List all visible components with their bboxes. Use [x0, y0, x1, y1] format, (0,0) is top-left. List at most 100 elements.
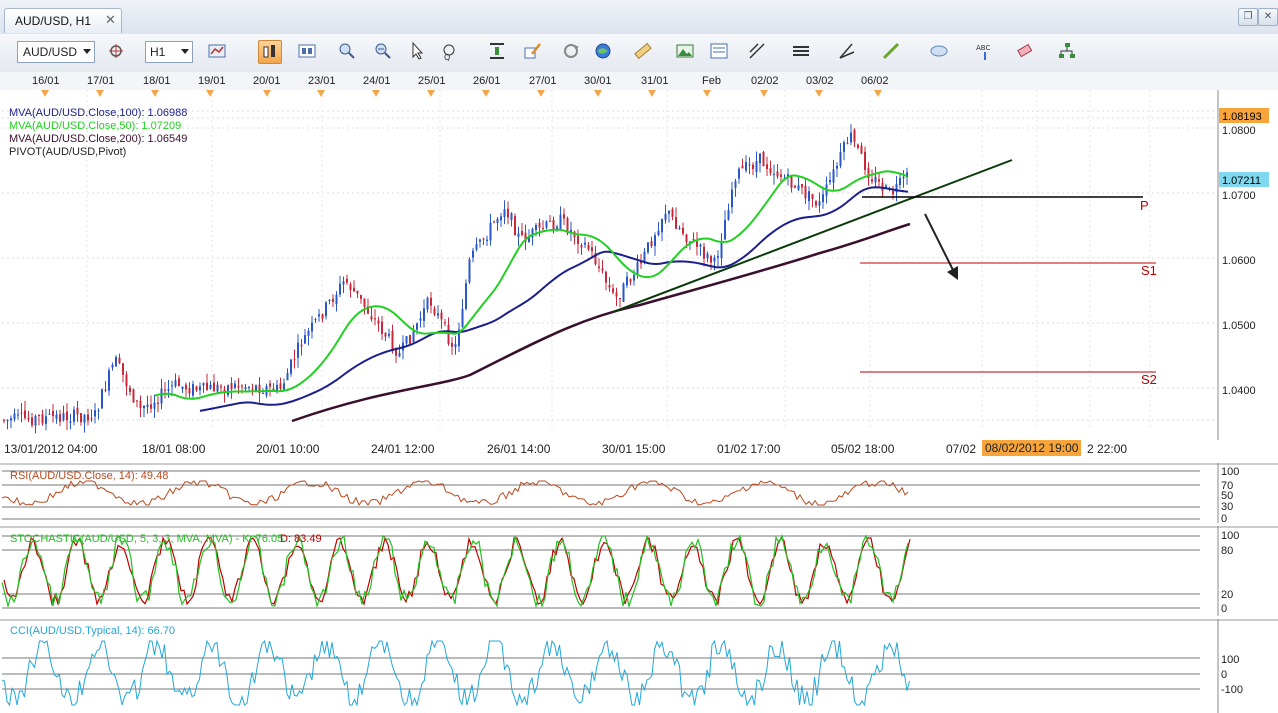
- tree-icon[interactable]: [1056, 40, 1078, 62]
- pencil-edit-icon[interactable]: [522, 40, 544, 62]
- toolbar: AUD/USD H1 Q ABC: [0, 34, 1278, 73]
- symbol-select[interactable]: AUD/USD: [17, 41, 95, 63]
- candle-body: [843, 142, 845, 152]
- candle-body: [860, 145, 863, 154]
- ellipse-icon[interactable]: [928, 40, 950, 62]
- eraser-icon[interactable]: [1014, 40, 1036, 62]
- candle-body: [139, 400, 142, 408]
- candle-body: [115, 356, 117, 367]
- bar-chart-icon[interactable]: [206, 40, 228, 62]
- text-icon[interactable]: ABC: [974, 40, 996, 62]
- candle-body: [514, 216, 516, 236]
- candle-body: [682, 227, 684, 234]
- candle-body: [741, 165, 744, 169]
- candle-body: [769, 168, 772, 174]
- candle-body: [657, 231, 660, 236]
- candle-body: [622, 283, 625, 302]
- candle-body: [83, 414, 86, 423]
- candle-body: [41, 414, 44, 424]
- rsi-pane[interactable]: RSI(AUD/USD.Close, 14): 49.48 100 70 50 …: [0, 463, 1278, 523]
- candle-body: [584, 242, 586, 245]
- candle-body: [346, 278, 348, 283]
- close-icon[interactable]: ✕: [105, 12, 116, 28]
- candle-body: [234, 383, 236, 388]
- ruler-icon[interactable]: [632, 40, 654, 62]
- candle-body: [304, 335, 306, 344]
- time-label: 24/01 12:00: [371, 442, 435, 456]
- close-window-icon[interactable]: ✕: [1258, 8, 1278, 26]
- candle-body: [433, 308, 436, 315]
- candle-body: [66, 411, 68, 421]
- candle-body: [797, 185, 800, 190]
- price-chart[interactable]: P S1 S2 MVA(AUD/USD.Close,100): 1.06988 …: [0, 90, 1278, 460]
- candle-chart-icon[interactable]: [258, 40, 282, 64]
- image-icon[interactable]: [674, 40, 696, 62]
- tab-bar: AUD/USD, H1 ✕ ❐ ✕: [0, 0, 1278, 35]
- candle-body: [468, 259, 471, 283]
- restore-icon[interactable]: ❐: [1238, 8, 1258, 26]
- candle-body: [706, 253, 709, 259]
- candle-body: [839, 152, 842, 166]
- candle-body: [545, 221, 548, 228]
- pivot-s1-label: S1: [1141, 263, 1157, 278]
- candle-body: [703, 246, 705, 259]
- globe-icon[interactable]: [592, 40, 614, 62]
- candle-body: [836, 165, 838, 169]
- indicator-icon[interactable]: Q: [440, 40, 462, 62]
- date-label: 23/01: [308, 75, 336, 87]
- candle-body: [178, 378, 180, 387]
- legend-mva50: MVA(AUD/USD.Close,50): 1.07209: [9, 120, 181, 132]
- zoom-out-icon[interactable]: [336, 40, 358, 62]
- candle-body: [853, 129, 856, 142]
- svg-text:Q: Q: [444, 53, 450, 62]
- zoom-in-icon[interactable]: [296, 40, 318, 62]
- candle-body: [24, 410, 26, 419]
- cci-pane[interactable]: CCI(AUD/USD.Typical, 14): 66.70 100 0 -1…: [0, 619, 1278, 713]
- candle-body: [108, 370, 110, 391]
- candle-body: [773, 173, 775, 176]
- stochastic-pane[interactable]: STOCHASTIC(AUD/USD, 5, 3, 3, MVA, MVA) -…: [0, 526, 1278, 616]
- zoom-box-icon[interactable]: [406, 40, 428, 62]
- candle-body: [244, 387, 247, 390]
- legend-mva100: MVA(AUD/USD.Close,100): 1.06988: [9, 107, 187, 119]
- candle-body: [454, 344, 457, 348]
- candle-body: [297, 342, 299, 358]
- candle-body: [496, 218, 499, 223]
- candle-body: [255, 385, 257, 391]
- crosshair-icon[interactable]: [106, 40, 128, 62]
- lines-icon[interactable]: [790, 40, 812, 62]
- time-label: 05/02 18:00: [831, 442, 895, 456]
- draw-icon[interactable]: [486, 40, 508, 62]
- candle-body: [206, 382, 208, 390]
- candle-body: [500, 216, 502, 221]
- candle-body: [409, 334, 411, 344]
- candle-body: [101, 389, 103, 409]
- cursor-icon[interactable]: [372, 40, 394, 62]
- brush-icon[interactable]: [836, 40, 858, 62]
- candle-body: [216, 384, 219, 392]
- template-icon[interactable]: [708, 40, 730, 62]
- chart-tab[interactable]: AUD/USD, H1 ✕: [4, 8, 122, 33]
- date-label: 17/01: [87, 75, 115, 87]
- candle-body: [146, 404, 149, 408]
- date-label: 24/01: [363, 75, 391, 87]
- candle-body: [671, 209, 674, 217]
- candle-body: [230, 383, 233, 390]
- candle-body: [307, 330, 310, 336]
- candle-body: [776, 171, 779, 177]
- candle-body: [416, 323, 418, 330]
- candle-body: [398, 352, 401, 357]
- candle-body: [503, 209, 506, 217]
- candle-body: [811, 194, 814, 199]
- rotate-icon[interactable]: [560, 40, 582, 62]
- chevron-down-icon: [83, 49, 91, 54]
- fibonacci-icon[interactable]: [746, 40, 768, 62]
- candle-body: [864, 151, 866, 170]
- candle-body: [269, 383, 271, 387]
- candle-body: [605, 271, 607, 283]
- candle-body: [647, 242, 649, 253]
- candle-body: [136, 400, 138, 402]
- candle-body: [69, 421, 72, 423]
- pencil-icon[interactable]: [880, 40, 902, 62]
- timeframe-select[interactable]: H1: [145, 41, 193, 63]
